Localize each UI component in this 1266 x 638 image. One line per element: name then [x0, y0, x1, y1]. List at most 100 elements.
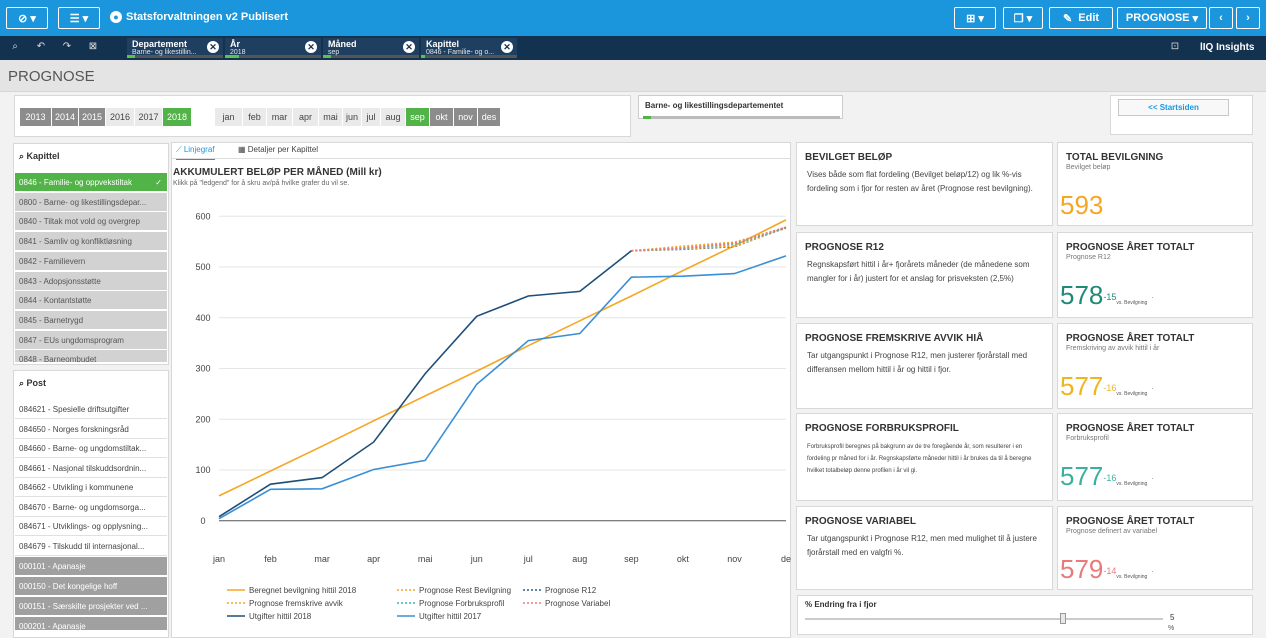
insights-icon: lIQ	[1200, 42, 1217, 53]
post-item[interactable]: 084671 - Utviklings- og opplysning...	[15, 517, 167, 536]
legend-label: Utgifter hittil 2017	[419, 612, 482, 621]
method-card: PROGNOSE FORBRUKSPROFIL Forbruksprofil be…	[796, 413, 1053, 501]
x-tick-label: mai	[418, 554, 433, 564]
close-icon[interactable]: ✕	[501, 41, 513, 53]
post-item-excluded[interactable]: 000151 - Særskilte prosjekter ved ...	[15, 597, 167, 616]
kapittel-header[interactable]: ⌕ Kapittel	[19, 151, 60, 162]
close-icon[interactable]: ✕	[403, 41, 415, 53]
line-chart-icon: ⟋	[176, 145, 184, 154]
kpi-delta: -14	[1103, 566, 1117, 576]
year-option-2015[interactable]: 2015	[79, 108, 106, 126]
post-item[interactable]: 084660 - Barne- og ungdomstiltak...	[15, 439, 167, 458]
method-card: PROGNOSE R12 Regnskapsført hittil i år+ f…	[796, 232, 1053, 318]
department-filter[interactable]: Barne- og likestillingsdepartementet	[638, 95, 843, 119]
smart-search-icon[interactable]: ⌕	[4, 41, 26, 55]
post-item-excluded[interactable]: 000201 - Apanasje	[15, 617, 167, 631]
kapittel-item[interactable]: 0840 - Tiltak mot vold og overgrep	[15, 212, 167, 232]
x-tick-label: feb	[264, 554, 277, 564]
kpi-delta: -16	[1103, 383, 1117, 393]
kapittel-item[interactable]: 0842 - Familievern	[15, 251, 167, 271]
department-selection-bar	[643, 116, 840, 119]
month-option-aug[interactable]: aug	[381, 108, 406, 126]
year-option-2017[interactable]: 2017	[135, 108, 163, 126]
department-label: Barne- og likestillingsdepartementet	[645, 101, 784, 110]
edit-button[interactable]: ✎ Edit	[1049, 7, 1113, 29]
kpi-vs-label: vs. Bevilgning	[1116, 481, 1148, 487]
post-item[interactable]: 084662 - Utvikling i kommunene	[15, 478, 167, 497]
slider-handle[interactable]	[1059, 613, 1066, 624]
year-option-2013[interactable]: 2013	[20, 108, 52, 126]
month-option-okt[interactable]: okt	[430, 108, 454, 126]
chart-subtitle: Klikk på "ledgend" for å skru av/på hvil…	[173, 180, 350, 187]
slider-track[interactable]	[805, 618, 1163, 620]
post-item-excluded[interactable]: 000101 - Apanasje	[15, 557, 167, 576]
month-option-nov[interactable]: nov	[454, 108, 478, 126]
month-option-apr[interactable]: apr	[293, 108, 319, 126]
kpi-value: 577	[1060, 461, 1104, 491]
filter-chip-kapittel[interactable]: Kapittel 0846 - Familie- og o... ✕	[421, 38, 517, 58]
month-option-jul[interactable]: jul	[362, 108, 381, 126]
close-icon[interactable]: ✕	[207, 41, 219, 53]
check-icon: ✓	[155, 178, 162, 187]
month-option-sep[interactable]: sep	[406, 108, 430, 126]
kpi-value-group: 577-16vs. Bevilgning·	[1060, 461, 1154, 492]
post-item-excluded[interactable]: 000150 - Det kongelige hoff	[15, 577, 167, 596]
month-option-mai[interactable]: mai	[319, 108, 343, 126]
present-icon[interactable]: ⊞ ▾	[954, 7, 996, 29]
month-option-mar[interactable]: mar	[267, 108, 293, 126]
clear-selections-icon[interactable]: ⊠	[82, 41, 104, 55]
post-item[interactable]: 084650 - Norges forskningsråd	[15, 419, 167, 439]
year-option-2014[interactable]: 2014	[52, 108, 79, 126]
year-option-2016[interactable]: 2016	[106, 108, 135, 126]
previous-sheet-button[interactable]: ‹	[1209, 7, 1233, 29]
sheet-list-button[interactable]: ☰ ▾	[58, 7, 100, 29]
kapittel-item[interactable]: 0845 - Barnetrygd	[15, 310, 167, 330]
kpi-delta: -16	[1103, 473, 1117, 483]
filter-chip-maned[interactable]: Måned sep ✕	[323, 38, 419, 58]
step-back-icon[interactable]: ↶	[30, 41, 52, 55]
month-option-feb[interactable]: feb	[243, 108, 267, 126]
start-page-button[interactable]: << Startsiden	[1118, 99, 1229, 116]
step-forward-icon[interactable]: ↷	[56, 41, 78, 55]
navigation-menu-button[interactable]: ⊘ ▾	[6, 7, 48, 29]
month-option-jun[interactable]: jun	[343, 108, 362, 126]
month-option-des[interactable]: des	[478, 108, 501, 126]
month-option-jan[interactable]: jan	[215, 108, 243, 126]
filter-chip-departement[interactable]: Departement Barne- og likestillin... ✕	[127, 38, 223, 58]
kapittel-item[interactable]: 0800 - Barne- og likestillingsdepar...	[15, 192, 167, 212]
selections-tool-icon[interactable]: ⊡	[1164, 41, 1186, 55]
year-option-2018[interactable]: 2018	[163, 108, 192, 126]
kapittel-item[interactable]: 0841 - Samliv og konfliktløsning	[15, 232, 167, 252]
kpi-card: PROGNOSE ÅRET TOTALT Prognose R12 578-15vs…	[1057, 232, 1253, 318]
post-item[interactable]: 084679 - Tilskudd til internasjonal...	[15, 536, 167, 556]
kapittel-item[interactable]: 0846 - Familie- og oppvekstiltak ✓	[15, 173, 167, 192]
search-icon: ⌕	[19, 378, 27, 388]
kapittel-item[interactable]: 0848 - Barneombudet	[15, 350, 167, 364]
x-tick-label: de	[781, 554, 791, 564]
selection-bar	[421, 55, 425, 58]
filter-chip-ar[interactable]: År 2018 ✕	[225, 38, 321, 58]
kapittel-item[interactable]: 0844 - Kontantstøtte	[15, 291, 167, 311]
page-title: PROGNOSE	[8, 68, 95, 85]
trend-icon: ·	[1151, 567, 1154, 576]
bookmark-icon[interactable]: ❐ ▾	[1003, 7, 1043, 29]
kpi-card: TOTAL BEVILGNING Bevilget beløp 593	[1057, 142, 1253, 226]
card-title: PROGNOSE R12	[805, 242, 884, 253]
post-item[interactable]: 084621 - Spesielle driftsutgifter	[15, 400, 167, 419]
card-title: BEVILGET BELØP	[805, 152, 893, 163]
sheet-selector-button[interactable]: PROGNOSE ▾	[1117, 7, 1207, 29]
tab-detaljer[interactable]: ▦ Detaljer per Kapittel	[238, 145, 318, 154]
pencil-icon: ✎	[1062, 12, 1079, 25]
close-icon[interactable]: ✕	[305, 41, 317, 53]
next-sheet-button[interactable]: ›	[1236, 7, 1260, 29]
post-item[interactable]: 084661 - Nasjonal tilskuddsordnin...	[15, 458, 167, 478]
kpi-value-group: 577-16vs. Bevilgning·	[1060, 371, 1154, 402]
x-tick-label: nov	[727, 554, 742, 564]
post-item[interactable]: 084670 - Barne- og ungdomsorga...	[15, 497, 167, 517]
insights-button[interactable]: lIQ Insights	[1200, 42, 1254, 53]
kapittel-item[interactable]: 0843 - Adopsjonsstøtte	[15, 271, 167, 291]
legend-label: Prognose Forbruksprofil	[419, 599, 505, 608]
kapittel-item[interactable]: 0847 - EUs ungdomsprogram	[15, 330, 167, 350]
card-title: PROGNOSE FREMSKRIVE AVVIK HIÅ	[805, 333, 984, 344]
post-header[interactable]: ⌕ Post	[19, 378, 46, 389]
